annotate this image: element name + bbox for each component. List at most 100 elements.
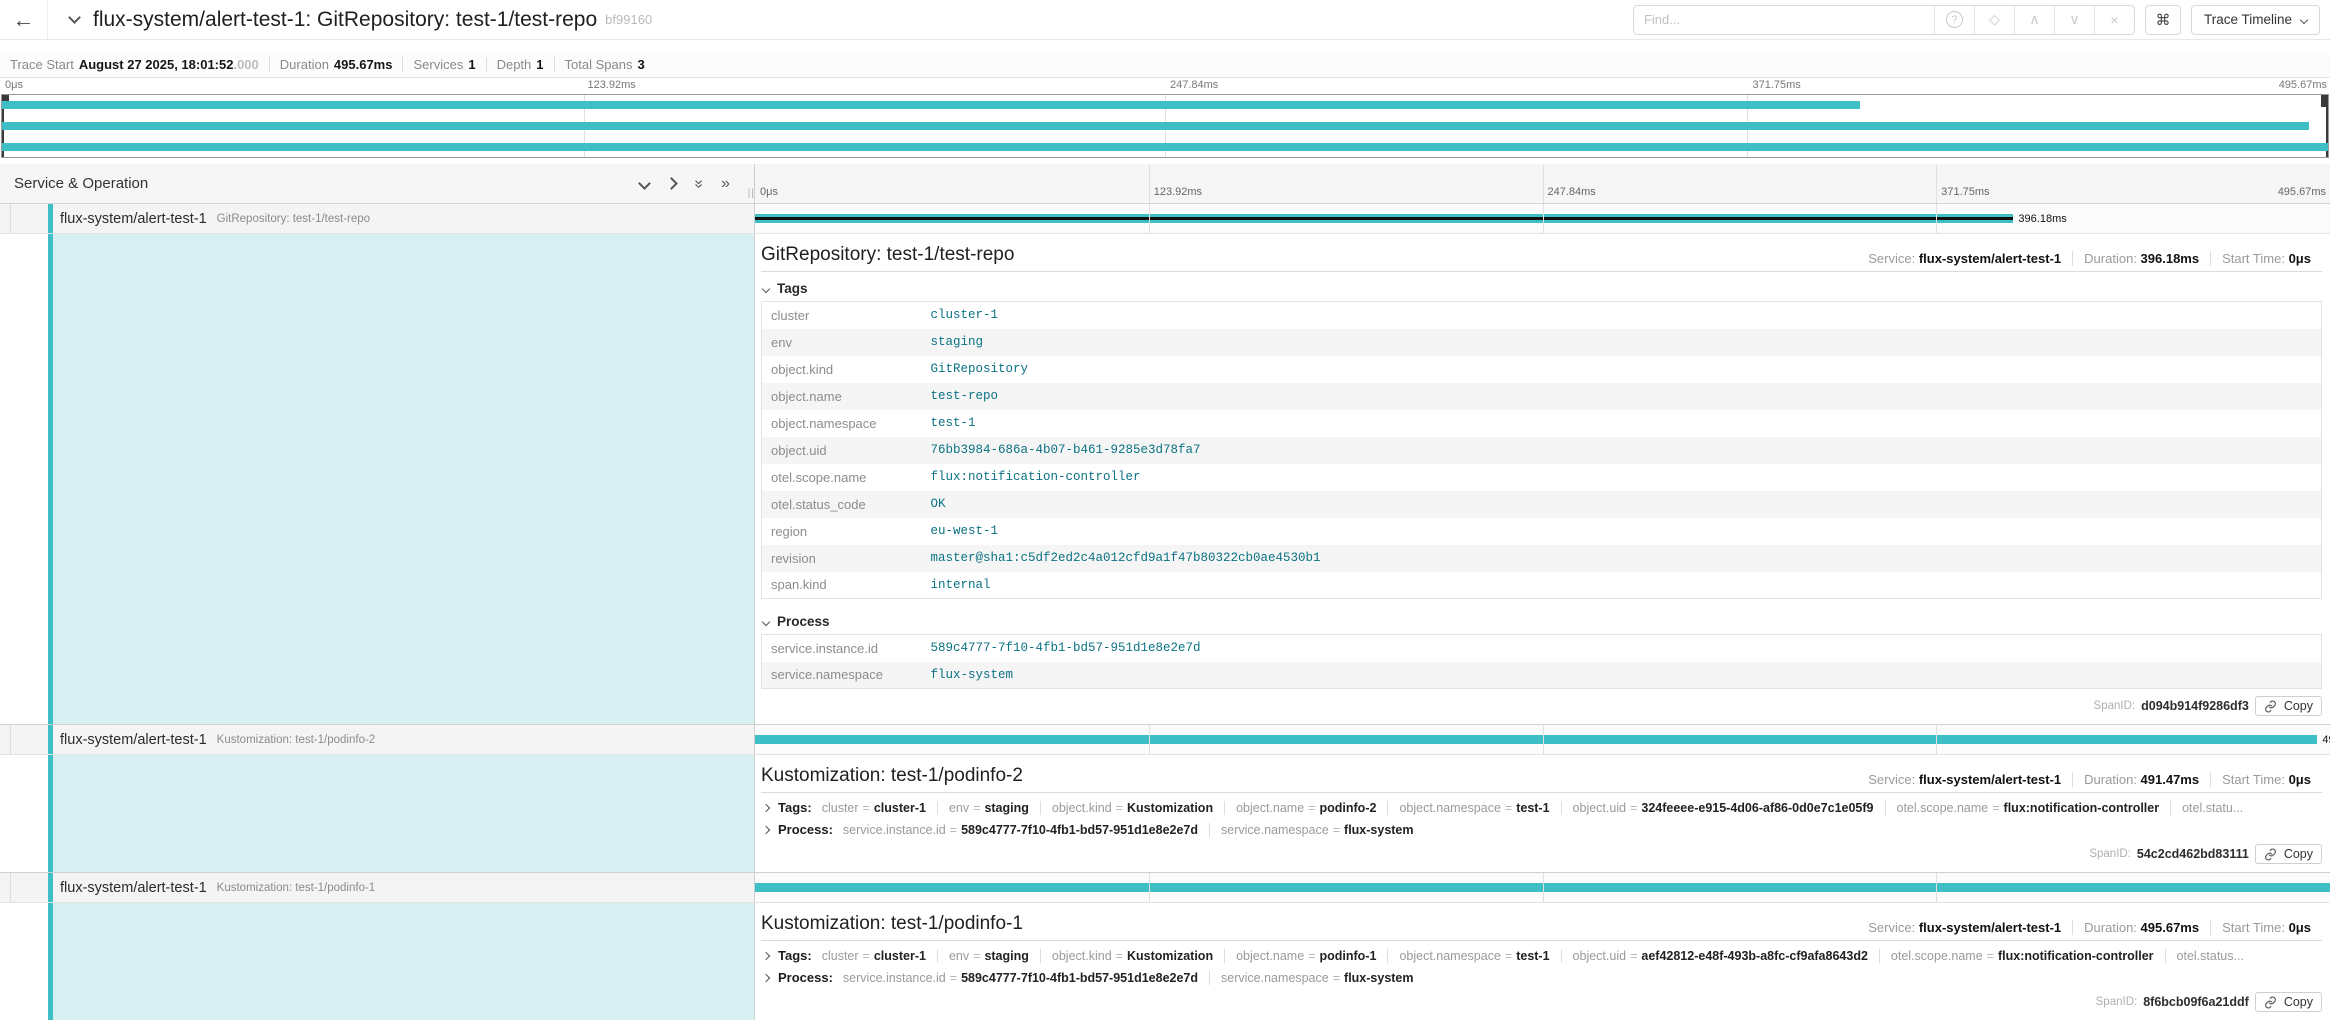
process-section-toggle[interactable]: Process bbox=[763, 614, 2322, 629]
view-selector-label: Trace Timeline bbox=[2204, 12, 2292, 27]
chevron-up-icon: ∧ bbox=[2029, 11, 2039, 28]
process-collapsed-label: Process: bbox=[778, 970, 833, 985]
column-resizer-handle[interactable]: || bbox=[748, 188, 755, 199]
expand-all-button[interactable]: » bbox=[721, 176, 730, 192]
find-input[interactable] bbox=[1634, 6, 1934, 34]
span-name-cell[interactable]: flux-system/alert-test-1 Kustomization: … bbox=[0, 725, 755, 754]
tags-collapsed-line[interactable]: Tags: cluster=cluster-1env=stagingobject… bbox=[763, 948, 2322, 963]
kv-key: span.kind bbox=[762, 572, 922, 599]
process-collapsed-line[interactable]: Process: service.instance.id=589c4777-7f… bbox=[763, 822, 2322, 837]
find-help-button[interactable]: ? bbox=[1934, 6, 1974, 34]
expand-one-button[interactable] bbox=[667, 179, 676, 188]
copy-spanid-button[interactable]: Copy bbox=[2255, 844, 2322, 864]
span-name-cell[interactable]: flux-system/alert-test-1 GitRepository: … bbox=[0, 204, 755, 233]
service-name: flux-system/alert-test-1 bbox=[60, 211, 207, 227]
tick-label: 371.75ms bbox=[1936, 186, 1989, 198]
operation-name: GitRepository: test-1/test-repo bbox=[217, 213, 370, 225]
kv-key: revision bbox=[762, 545, 922, 572]
summary-tag-item: cluster=cluster-1 bbox=[822, 949, 937, 963]
expanded-span-highlight bbox=[48, 234, 754, 724]
kv-value: staging bbox=[922, 329, 2322, 356]
chevron-down-icon bbox=[2300, 15, 2308, 23]
timeline-header: Service & Operation » » || 0μs123.92ms24… bbox=[0, 164, 2330, 204]
service-name: flux-system/alert-test-1 bbox=[60, 732, 207, 748]
chevron-down-icon bbox=[762, 284, 770, 292]
summary-tag-item: object.kind=Kustomization bbox=[1040, 949, 1224, 963]
expanded-span-gutter[interactable] bbox=[0, 903, 755, 1020]
span-duration-bar[interactable] bbox=[755, 214, 2013, 223]
kv-value: flux-system bbox=[922, 662, 2322, 689]
service-meta-label: Service: bbox=[1868, 251, 1915, 266]
prev-result-button[interactable]: ∧ bbox=[2014, 6, 2054, 34]
span-bar-cell[interactable]: 495.67ms bbox=[755, 873, 2330, 902]
kv-row: service.instance.id589c4777-7f10-4fb1-bd… bbox=[762, 635, 2322, 662]
tags-collapsed-line[interactable]: Tags: cluster=cluster-1env=stagingobject… bbox=[763, 800, 2322, 815]
kv-value: flux:notification-controller bbox=[922, 464, 2322, 491]
expanded-span-gutter[interactable] bbox=[0, 755, 755, 872]
kv-value: master@sha1:c5df2ed2c4a012cfd9a1f47b8032… bbox=[922, 545, 2322, 572]
chevron-right-icon bbox=[665, 177, 678, 190]
match-highlight-button[interactable]: ◇ bbox=[1974, 6, 2014, 34]
span-bar-cell[interactable]: 396.18ms bbox=[755, 204, 2330, 233]
tags-table: clustercluster-1envstagingobject.kindGit… bbox=[761, 301, 2322, 599]
service-meta-label: Service: bbox=[1868, 772, 1915, 787]
kv-row: revisionmaster@sha1:c5df2ed2c4a012cfd9a1… bbox=[762, 545, 2322, 572]
collapse-trace-chevron-down-icon[interactable] bbox=[68, 11, 81, 24]
gridline bbox=[1149, 204, 1150, 233]
expanded-span-gutter[interactable] bbox=[0, 234, 755, 724]
timeline-minimap: 0μs123.92ms247.84ms371.75ms495.67ms bbox=[0, 78, 2330, 158]
double-chevron-down-icon: » bbox=[691, 179, 707, 188]
kv-row: object.uid76bb3984-686a-4b07-b461-9285e3… bbox=[762, 437, 2322, 464]
collapse-one-button[interactable] bbox=[640, 179, 649, 188]
kv-value: GitRepository bbox=[922, 356, 2322, 383]
kv-row: object.namespacetest-1 bbox=[762, 410, 2322, 437]
copy-spanid-button[interactable]: Copy bbox=[2255, 696, 2322, 716]
span-duration-label: 491.47ms bbox=[2322, 734, 2330, 746]
service-operation-header: Service & Operation » » || bbox=[0, 164, 755, 203]
gridline bbox=[1936, 725, 1937, 754]
tags-summary-items: cluster=cluster-1env=stagingobject.kind=… bbox=[822, 949, 2255, 963]
find-group: ? ◇ ∧ ∨ × bbox=[1633, 5, 2135, 35]
top-bar: ← flux-system/alert-test-1: GitRepositor… bbox=[0, 0, 2330, 40]
back-button[interactable]: ← bbox=[0, 0, 48, 39]
span-row[interactable]: flux-system/alert-test-1 Kustomization: … bbox=[0, 725, 2330, 755]
span-detail-meta: Service: flux-system/alert-test-1 Durati… bbox=[1857, 920, 2322, 935]
view-selector-button[interactable]: Trace Timeline bbox=[2191, 5, 2320, 35]
span-row[interactable]: flux-system/alert-test-1 Kustomization: … bbox=[0, 873, 2330, 903]
span-bar-cell[interactable]: 491.47ms bbox=[755, 725, 2330, 754]
span-detail-panel: Kustomization: test-1/podinfo-2 Service:… bbox=[761, 757, 2322, 864]
tags-section-toggle[interactable]: Tags bbox=[763, 281, 2322, 296]
copy-spanid-button[interactable]: Copy bbox=[2255, 992, 2322, 1012]
kv-row: object.nametest-repo bbox=[762, 383, 2322, 410]
start-time-meta-label: Start Time: bbox=[2222, 920, 2285, 935]
tick-label: 123.92ms bbox=[1149, 186, 1202, 198]
process-section-title: Process bbox=[777, 614, 830, 629]
gridline bbox=[1936, 873, 1937, 902]
tick-label: 247.84ms bbox=[1165, 79, 1218, 91]
kv-key: object.uid bbox=[762, 437, 922, 464]
kv-row: span.kindinternal bbox=[762, 572, 2322, 599]
kv-key: env bbox=[762, 329, 922, 356]
tick-label: 495.67ms bbox=[2279, 79, 2327, 91]
summary-tag-item: otel.status... bbox=[2165, 949, 2255, 963]
keyboard-shortcuts-button[interactable]: ⌘ bbox=[2145, 5, 2181, 35]
span-name-cell[interactable]: flux-system/alert-test-1 Kustomization: … bbox=[0, 873, 755, 902]
span-detail-title: GitRepository: test-1/test-repo bbox=[761, 244, 1014, 266]
tick-label: 495.67ms bbox=[2278, 186, 2326, 198]
service-meta-value: flux-system/alert-test-1 bbox=[1919, 251, 2061, 266]
next-result-button[interactable]: ∨ bbox=[2054, 6, 2094, 34]
kv-key: cluster bbox=[762, 302, 922, 329]
span-detail-meta: Service: flux-system/alert-test-1 Durati… bbox=[1857, 251, 2322, 266]
collapse-all-button[interactable]: » bbox=[694, 176, 703, 192]
span-duration-label: 396.18ms bbox=[2018, 213, 2066, 225]
span-duration-bar[interactable] bbox=[755, 735, 2317, 744]
span-row[interactable]: flux-system/alert-test-1 GitRepository: … bbox=[0, 204, 2330, 234]
minimap-span-bar bbox=[2, 143, 2328, 151]
spanid-label: SpanID: bbox=[2089, 848, 2131, 860]
summary-tag-item: object.uid=324feeee-e915-4d06-af86-0d0e7… bbox=[1561, 801, 1885, 815]
minimap-canvas[interactable] bbox=[1, 94, 2329, 158]
summary-tag-item: object.namespace=test-1 bbox=[1387, 801, 1560, 815]
gridline bbox=[1543, 204, 1544, 233]
clear-search-button[interactable]: × bbox=[2094, 6, 2134, 34]
process-collapsed-line[interactable]: Process: service.instance.id=589c4777-7f… bbox=[763, 970, 2322, 985]
